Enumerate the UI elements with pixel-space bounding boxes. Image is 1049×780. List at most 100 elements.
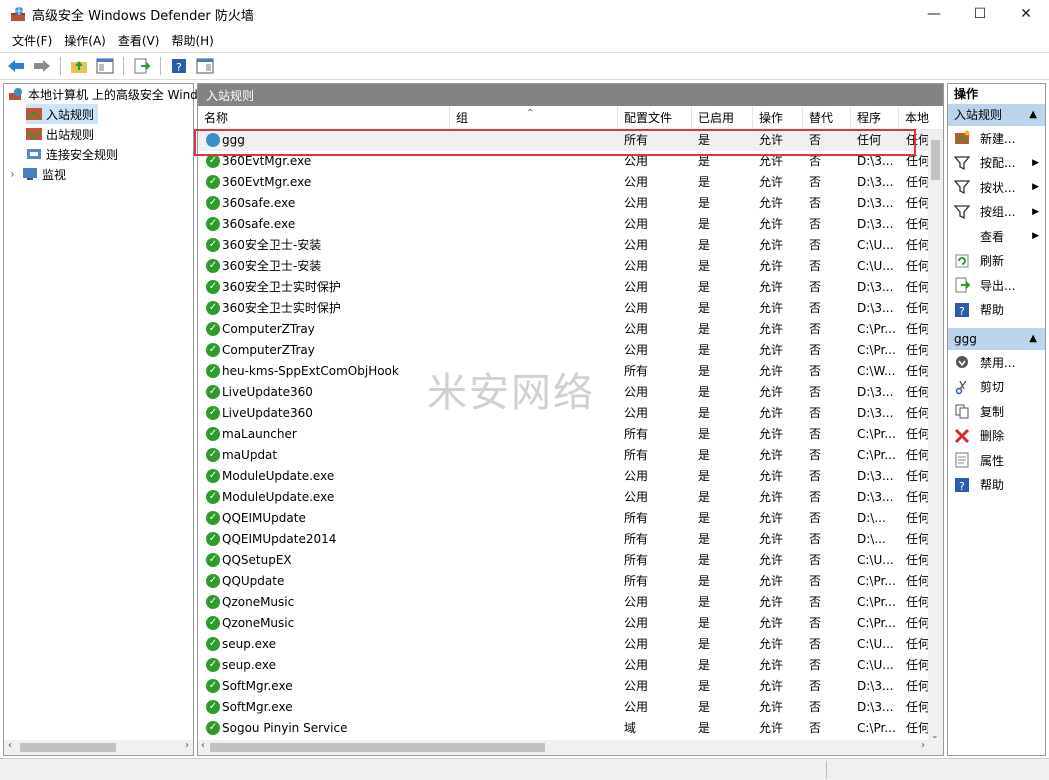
action-item[interactable]: 复制: [948, 399, 1045, 424]
table-row[interactable]: ✓ Sogou Pinyin Service 域 是 允许 否 C:\Pr... 任何: [198, 718, 930, 739]
cell-local: 任何: [906, 595, 930, 609]
action-item-label: 属性: [980, 453, 1005, 468]
tree-item-connection-security-rules[interactable]: 连接安全规则: [26, 144, 118, 164]
cell-profile: 公用: [624, 238, 649, 252]
table-row[interactable]: ggg 所有 是 允许 否 任何 任何: [198, 130, 930, 151]
table-row[interactable]: ✓ 360安全卫士-安装 公用 是 允许 否 C:\U... 任何: [198, 235, 930, 256]
menu-help[interactable]: 帮助(H): [165, 32, 219, 49]
tree-item-label: 监视: [42, 167, 67, 182]
help-icon[interactable]: ?: [169, 56, 189, 76]
table-row[interactable]: ✓ QzoneMusic 公用 是 允许 否 C:\Pr... 任何: [198, 592, 930, 613]
scroll-right-icon[interactable]: ›: [921, 740, 925, 751]
tree-item-inbound-rules[interactable]: 入站规则: [26, 104, 99, 124]
table-row[interactable]: ✓ 360safe.exe 公用 是 允许 否 D:\3... 任何: [198, 193, 930, 214]
back-arrow-icon[interactable]: [6, 56, 26, 76]
tree-item-label: 入站规则: [46, 107, 95, 122]
export-icon[interactable]: [132, 56, 152, 76]
table-row[interactable]: ✓ QQUpdate 所有 是 允许 否 C:\Pr... 任何: [198, 571, 930, 592]
action-item[interactable]: ? 帮助: [948, 298, 1045, 323]
actions-section-ggg[interactable]: ggg ▲: [948, 328, 1045, 350]
action-item[interactable]: ? 帮助: [948, 473, 1045, 498]
collapse-triangle-icon[interactable]: ▲: [1029, 104, 1037, 126]
expand-chevron-icon[interactable]: ›: [10, 167, 22, 181]
table-row[interactable]: ✓ SoftMgr.exe 公用 是 允许 否 D:\3... 任何: [198, 676, 930, 697]
column-header-enabled[interactable]: 已启用: [692, 106, 753, 130]
table-row[interactable]: ✓ 360安全卫士实时保护 公用 是 允许 否 D:\3... 任何: [198, 298, 930, 319]
table-row[interactable]: ✓ QQSetupEX 所有 是 允许 否 C:\U... 任何: [198, 550, 930, 571]
rules-vertical-scrollbar[interactable]: ⌄: [928, 130, 943, 741]
action-item[interactable]: 按组... ▶: [948, 200, 1045, 225]
column-header-group[interactable]: 组 ⌃: [450, 106, 618, 130]
action-item-label: 剪切: [980, 380, 1005, 395]
cell-program: C:\W...: [857, 364, 896, 378]
scrollbar-thumb[interactable]: [20, 743, 116, 752]
cell-override: 否: [809, 658, 822, 672]
action-item[interactable]: 刷新: [948, 249, 1045, 274]
title-bar: 高级安全 Windows Defender 防火墙 — ☐ ✕: [0, 0, 1049, 28]
action-item[interactable]: 属性: [948, 448, 1045, 473]
minimize-button[interactable]: —: [911, 0, 957, 28]
action-item[interactable]: 查看 ▶: [948, 224, 1045, 249]
menu-action[interactable]: 操作(A): [58, 32, 112, 49]
table-row[interactable]: ✓ LiveUpdate360 公用 是 允许 否 D:\3... 任何: [198, 403, 930, 424]
table-row[interactable]: ✓ 360安全卫士实时保护 公用 是 允许 否 D:\3... 任何: [198, 277, 930, 298]
scrollbar-thumb[interactable]: [210, 743, 545, 752]
up-folder-icon[interactable]: [69, 56, 89, 76]
action-item[interactable]: 导出...: [948, 273, 1045, 298]
column-header-profile[interactable]: 配置文件: [618, 106, 692, 130]
toolbar-separator: [160, 57, 161, 75]
table-row[interactable]: ✓ ModuleUpdate.exe 公用 是 允许 否 D:\3... 任何: [198, 466, 930, 487]
view-pane-icon[interactable]: [195, 56, 215, 76]
table-row[interactable]: ✓ ComputerZTray 公用 是 允许 否 C:\Pr... 任何: [198, 340, 930, 361]
table-row[interactable]: ✓ ModuleUpdate.exe 公用 是 允许 否 D:\3... 任何: [198, 487, 930, 508]
action-item[interactable]: 新建...: [948, 126, 1045, 151]
table-row[interactable]: ✓ 360安全卫士-安装 公用 是 允许 否 C:\U... 任何: [198, 256, 930, 277]
table-row[interactable]: ✓ ComputerZTray 公用 是 允许 否 C:\Pr... 任何: [198, 319, 930, 340]
action-item[interactable]: 按状... ▶: [948, 175, 1045, 200]
action-item[interactable]: 按配... ▶: [948, 151, 1045, 176]
column-header-override[interactable]: 替代: [803, 106, 851, 130]
forward-arrow-icon[interactable]: [32, 56, 52, 76]
close-button[interactable]: ✕: [1003, 0, 1049, 28]
tree-item-monitoring[interactable]: › 监视: [10, 164, 66, 184]
action-item[interactable]: 禁用...: [948, 350, 1045, 375]
collapse-triangle-icon[interactable]: ▲: [1029, 328, 1037, 350]
table-row[interactable]: ✓ 360EvtMgr.exe 公用 是 允许 否 D:\3... 任何: [198, 172, 930, 193]
rule-globe-icon: [206, 133, 220, 147]
column-header-local[interactable]: 本地: [899, 106, 943, 130]
cell-action: 允许: [759, 259, 784, 273]
table-row[interactable]: ✓ QzoneMusic 公用 是 允许 否 C:\Pr... 任何: [198, 613, 930, 634]
table-row[interactable]: ✓ QQEIMUpdate2014 所有 是 允许 否 D:\... 任何: [198, 529, 930, 550]
column-header-action[interactable]: 操作: [753, 106, 803, 130]
scroll-left-icon[interactable]: ‹: [8, 740, 12, 751]
table-row[interactable]: ✓ 360EvtMgr.exe 公用 是 允许 否 D:\3... 任何: [198, 151, 930, 172]
tree-item-outbound-rules[interactable]: 出站规则: [26, 124, 94, 144]
maximize-button[interactable]: ☐: [957, 0, 1003, 28]
rule-enabled-check-icon: ✓: [206, 280, 220, 294]
column-header-program[interactable]: 程序: [851, 106, 899, 130]
submenu-arrow-icon: ▶: [1032, 157, 1039, 168]
tree-horizontal-scrollbar[interactable]: ‹ ›: [4, 740, 193, 755]
scroll-left-icon[interactable]: ‹: [201, 740, 205, 751]
rules-horizontal-scrollbar[interactable]: ‹ ›: [198, 740, 943, 755]
table-row[interactable]: ✓ heu-kms-SppExtComObjHook 所有 是 允许 否 C:\W... 任何: [198, 361, 930, 382]
actions-section-inbound[interactable]: 入站规则 ▲: [948, 104, 1045, 126]
table-row[interactable]: ✓ QQEIMUpdate 所有 是 允许 否 D:\... 任何: [198, 508, 930, 529]
action-item[interactable]: 剪切: [948, 375, 1045, 400]
action-item[interactable]: 删除: [948, 424, 1045, 449]
table-row[interactable]: ✓ 360safe.exe 公用 是 允许 否 D:\3... 任何: [198, 214, 930, 235]
scrollbar-thumb[interactable]: [931, 140, 940, 180]
scroll-right-icon[interactable]: ›: [185, 740, 189, 751]
menu-file[interactable]: 文件(F): [6, 32, 58, 49]
table-row[interactable]: ✓ maLauncher 所有 是 允许 否 C:\Pr... 任何: [198, 424, 930, 445]
table-row[interactable]: ✓ seup.exe 公用 是 允许 否 C:\U... 任何: [198, 634, 930, 655]
table-row[interactable]: ✓ seup.exe 公用 是 允许 否 C:\U... 任何: [198, 655, 930, 676]
cell-local: 任何: [906, 217, 930, 231]
table-row[interactable]: ✓ LiveUpdate360 公用 是 允许 否 D:\3... 任何: [198, 382, 930, 403]
column-header-name[interactable]: 名称: [198, 106, 450, 130]
menu-view[interactable]: 查看(V): [112, 32, 166, 49]
show-hide-tree-icon[interactable]: [95, 56, 115, 76]
cell-group: [456, 592, 616, 613]
table-row[interactable]: ✓ SoftMgr.exe 公用 是 允许 否 D:\3... 任何: [198, 697, 930, 718]
table-row[interactable]: ✓ maUpdat 所有 是 允许 否 C:\Pr... 任何: [198, 445, 930, 466]
